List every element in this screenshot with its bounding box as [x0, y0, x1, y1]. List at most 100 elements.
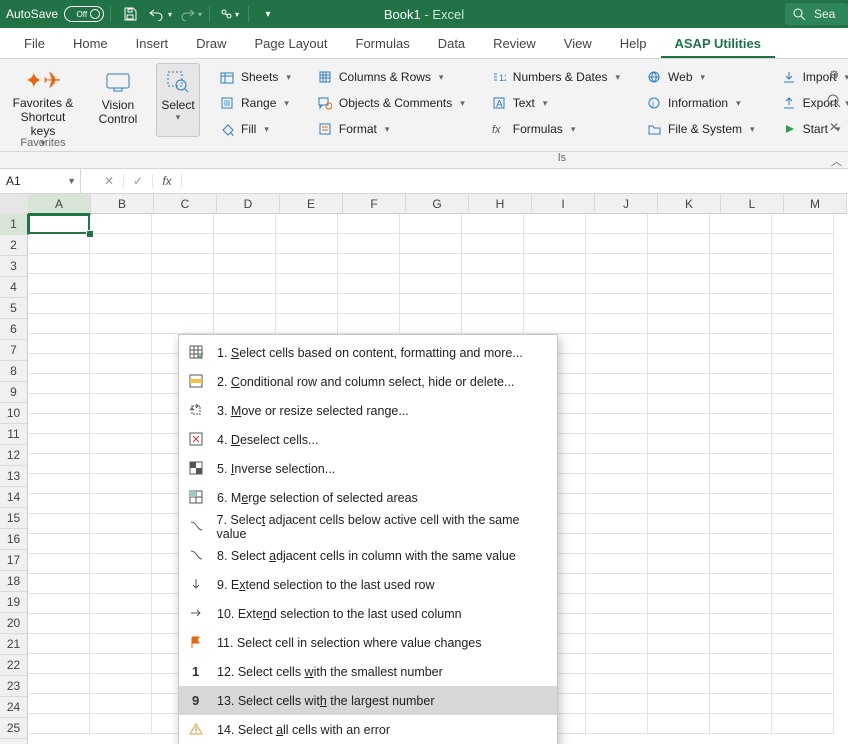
cell[interactable] — [648, 434, 710, 454]
cell[interactable] — [586, 594, 648, 614]
menu-item-10[interactable]: 10. Extend selection to the last used co… — [179, 599, 557, 628]
cell[interactable] — [586, 274, 648, 294]
name-box[interactable]: A1 ▼ — [0, 169, 81, 193]
cell[interactable] — [462, 314, 524, 334]
cell[interactable] — [772, 334, 834, 354]
cell[interactable] — [28, 554, 90, 574]
tab-insert[interactable]: Insert — [122, 30, 183, 58]
cell[interactable] — [90, 614, 152, 634]
row-header[interactable]: 12 — [0, 445, 28, 466]
cell[interactable] — [648, 414, 710, 434]
cell[interactable] — [90, 654, 152, 674]
cell[interactable] — [276, 254, 338, 274]
cell[interactable] — [90, 374, 152, 394]
row-header[interactable]: 24 — [0, 697, 28, 718]
row-header[interactable]: 6 — [0, 319, 28, 340]
cell[interactable] — [772, 594, 834, 614]
cell[interactable] — [400, 214, 462, 234]
cell[interactable] — [90, 494, 152, 514]
cell[interactable] — [586, 574, 648, 594]
cell[interactable] — [28, 354, 90, 374]
cell[interactable] — [772, 234, 834, 254]
favorites-button[interactable]: ✦✈ Favorites & Shortcut keys ▾ — [6, 63, 80, 137]
cell[interactable] — [772, 354, 834, 374]
cell[interactable] — [586, 434, 648, 454]
tab-draw[interactable]: Draw — [182, 30, 240, 58]
cell[interactable] — [90, 334, 152, 354]
row-header[interactable]: 13 — [0, 466, 28, 487]
cell[interactable] — [28, 234, 90, 254]
tab-page-layout[interactable]: Page Layout — [241, 30, 342, 58]
cell[interactable] — [28, 614, 90, 634]
cell[interactable] — [28, 274, 90, 294]
column-header[interactable]: J — [595, 194, 658, 214]
tab-help[interactable]: Help — [606, 30, 661, 58]
cell[interactable] — [28, 434, 90, 454]
cell[interactable] — [710, 634, 772, 654]
column-header[interactable]: K — [658, 194, 721, 214]
row-header[interactable]: 25 — [0, 718, 28, 739]
cell[interactable] — [772, 654, 834, 674]
formula-input[interactable] — [182, 169, 848, 193]
cell[interactable] — [28, 254, 90, 274]
cell[interactable] — [710, 514, 772, 534]
cell[interactable] — [710, 554, 772, 574]
cell[interactable] — [338, 214, 400, 234]
cell[interactable] — [152, 294, 214, 314]
cell[interactable] — [772, 634, 834, 654]
cell[interactable] — [276, 214, 338, 234]
cell[interactable] — [90, 674, 152, 694]
formulas-button[interactable]: fxFormulas▾ — [484, 117, 627, 141]
tab-review[interactable]: Review — [479, 30, 550, 58]
row-header[interactable]: 20 — [0, 613, 28, 634]
column-header[interactable]: D — [217, 194, 280, 214]
format-button[interactable]: Format▾ — [310, 117, 472, 141]
cell[interactable] — [524, 274, 586, 294]
cell[interactable] — [586, 254, 648, 274]
cell[interactable] — [710, 374, 772, 394]
menu-item-3[interactable]: 3. Move or resize selected range... — [179, 396, 557, 425]
cell[interactable] — [90, 474, 152, 494]
cell[interactable] — [152, 234, 214, 254]
cell[interactable] — [648, 554, 710, 574]
columns-rows-button[interactable]: Columns & Rows▾ — [310, 65, 472, 89]
column-header[interactable]: F — [343, 194, 406, 214]
cell[interactable] — [648, 634, 710, 654]
cell[interactable] — [648, 394, 710, 414]
cell[interactable] — [90, 414, 152, 434]
cell[interactable] — [338, 274, 400, 294]
cell[interactable] — [586, 674, 648, 694]
cell[interactable] — [586, 334, 648, 354]
cell[interactable] — [586, 234, 648, 254]
cell[interactable] — [152, 314, 214, 334]
column-header[interactable]: I — [532, 194, 595, 214]
cell[interactable] — [90, 314, 152, 334]
menu-item-6[interactable]: 6. Merge selection of selected areas — [179, 483, 557, 512]
cell[interactable] — [586, 714, 648, 734]
qat-customize-button[interactable]: ▾ — [255, 0, 281, 28]
cell[interactable] — [772, 394, 834, 414]
cell[interactable] — [28, 654, 90, 674]
cell[interactable] — [90, 714, 152, 734]
row-header[interactable]: 23 — [0, 676, 28, 697]
menu-item-5[interactable]: 5. Inverse selection... — [179, 454, 557, 483]
cell[interactable] — [710, 474, 772, 494]
cell[interactable] — [710, 714, 772, 734]
cell[interactable] — [772, 314, 834, 334]
cell[interactable] — [28, 414, 90, 434]
cell[interactable] — [90, 634, 152, 654]
cell[interactable] — [648, 654, 710, 674]
cell[interactable] — [400, 234, 462, 254]
cell[interactable] — [710, 394, 772, 414]
tab-asap-utilities[interactable]: ASAP Utilities — [661, 30, 775, 58]
numbers-dates-button[interactable]: 12Numbers & Dates▾ — [484, 65, 627, 89]
row-header[interactable]: 16 — [0, 529, 28, 550]
cell[interactable] — [710, 454, 772, 474]
cell[interactable] — [214, 234, 276, 254]
cell[interactable] — [90, 394, 152, 414]
cell[interactable] — [772, 254, 834, 274]
cell[interactable] — [710, 654, 772, 674]
menu-item-13[interactable]: 913. Select cells with the largest numbe… — [179, 686, 557, 715]
tab-data[interactable]: Data — [424, 30, 479, 58]
cell[interactable] — [524, 294, 586, 314]
